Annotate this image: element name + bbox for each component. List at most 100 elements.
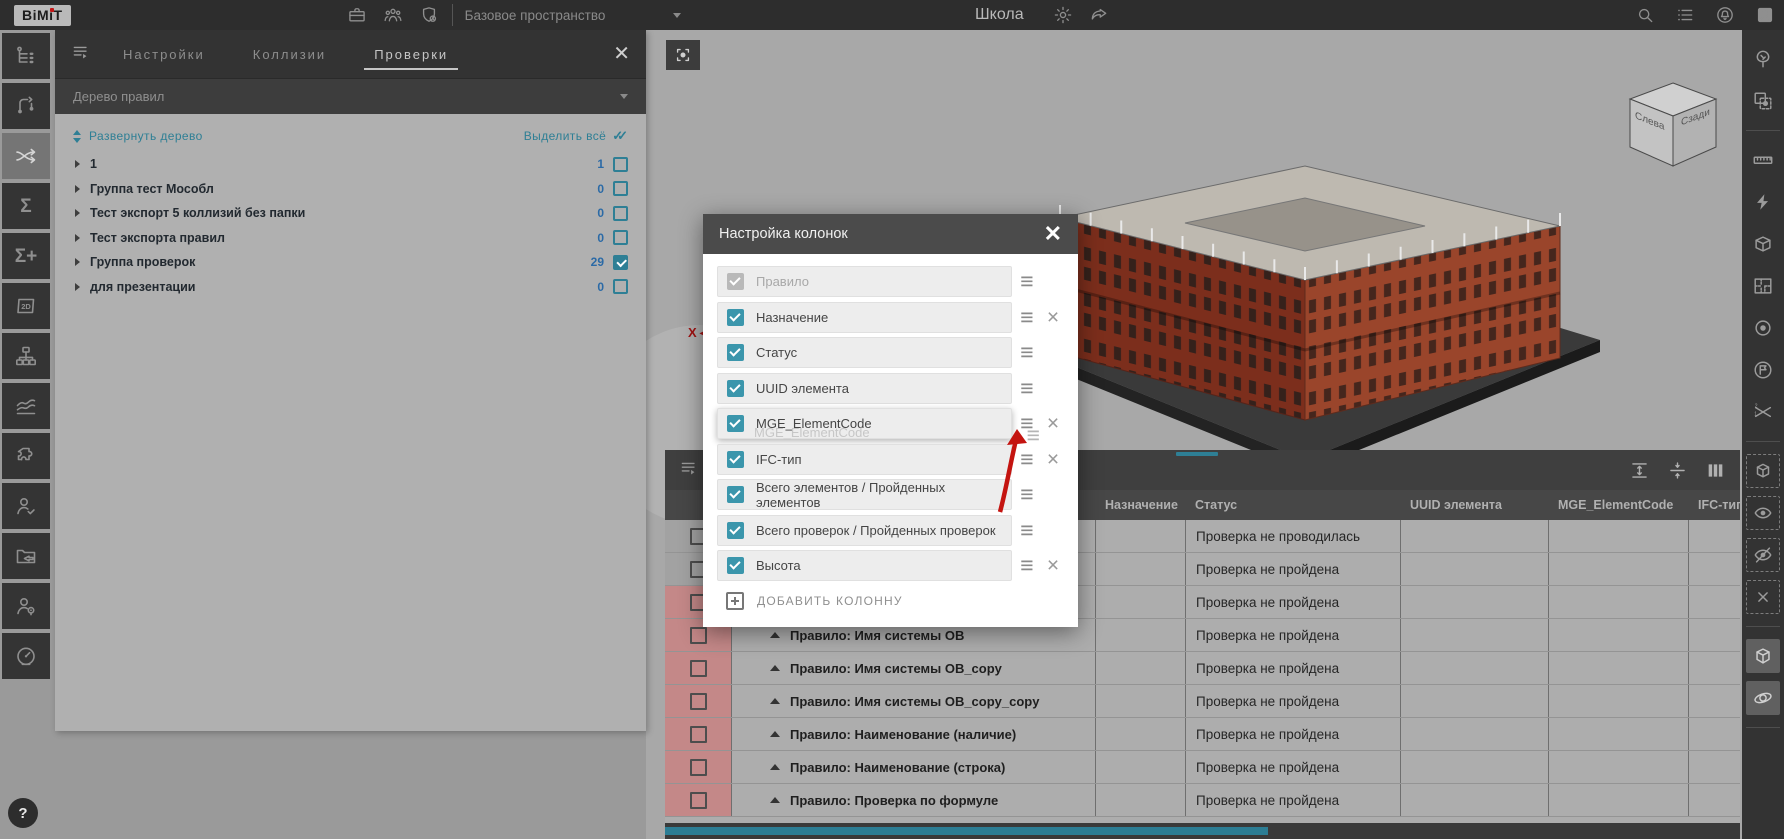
column-checkbox[interactable] [727,344,744,361]
lightning-tool-button[interactable] [1746,185,1780,219]
gear-button[interactable] [1052,4,1074,26]
drag-handle-icon[interactable]: ≡ [1012,377,1042,400]
drag-handle-icon[interactable]: ≡ [1012,448,1042,471]
tree-item[interactable]: Группа тест Мособл0 [55,177,646,202]
column-checkbox[interactable] [727,451,744,468]
sheet-2d-tool-button[interactable]: 2D [2,283,50,329]
expand-collapse-icon[interactable] [73,130,81,143]
user-avatar-button[interactable] [1754,4,1776,26]
expand-arrow-icon[interactable] [75,185,80,193]
drag-handle-icon[interactable]: ≡ [1012,306,1042,329]
eye-off-tool-button[interactable] [1746,538,1780,572]
expand-arrow-icon[interactable] [75,209,80,217]
cube-solid-tool-button[interactable] [1746,639,1780,673]
help-button[interactable]: ? [8,798,38,828]
horizontal-scrollbar-track[interactable] [665,823,1740,839]
tree-checkbox[interactable] [613,206,628,221]
tree-item[interactable]: для презентации0 [55,275,646,300]
orbit-tool-button[interactable] [1746,681,1780,715]
shuffle-tool-button[interactable] [2,133,50,179]
row-checkbox[interactable] [690,759,707,776]
drag-handle-icon[interactable]: ≡ [1012,270,1042,293]
cube-tool-button[interactable] [1746,454,1780,488]
org-chart-tool-button[interactable] [2,333,50,379]
shield-protect-button[interactable] [418,4,440,26]
tree-checkbox[interactable] [613,230,628,245]
briefcase-button[interactable] [346,4,368,26]
workspace-select[interactable]: Базовое пространство [465,8,695,23]
collapse-icon[interactable] [770,731,780,737]
expand-arrow-icon[interactable] [75,258,80,266]
navigation-cube[interactable]: Слева Сзади [1628,82,1718,168]
column-checkbox[interactable] [727,273,744,290]
eye-tool-button[interactable] [1746,496,1780,530]
trend-lines-tool-button[interactable] [2,383,50,429]
ruler-tool-button[interactable] [1746,143,1780,177]
row-checkbox[interactable] [690,627,707,644]
tab-2[interactable]: Коллизии [251,33,328,76]
table-row[interactable]: Правило: Имя системы ОВ_copyПроверка не … [665,652,1740,685]
rule-tree-select[interactable]: Дерево правил [55,78,646,114]
drag-handle-icon[interactable]: ≡ [1012,554,1042,577]
gauge-tool-button[interactable] [2,633,50,679]
column-checkbox[interactable] [727,522,744,539]
tab-1[interactable]: Настройки [121,33,207,76]
collapse-icon[interactable] [770,632,780,638]
row-checkbox[interactable] [690,792,707,809]
list-menu-button[interactable] [1674,4,1696,26]
row-checkbox[interactable] [690,660,707,677]
expand-arrow-icon[interactable] [75,283,80,291]
nature-tree-tool-button[interactable] [1746,42,1780,76]
floor-plan-tool-button[interactable] [1746,269,1780,303]
tree-checkbox[interactable] [613,181,628,196]
share-button[interactable] [1088,4,1110,26]
column-header[interactable]: Назначение [1095,498,1185,512]
tree-item[interactable]: Тест экспорт 5 коллизий без папки0 [55,201,646,226]
tree-item[interactable]: Тест экспорта правил0 [55,226,646,251]
drag-handle-icon[interactable]: ≡ [1012,412,1042,435]
table-row[interactable]: Правило: Наименование (наличие)Проверка … [665,718,1740,751]
collapse-icon[interactable] [770,665,780,671]
tree-checkbox[interactable] [613,255,628,270]
user-check-tool-button[interactable] [2,483,50,529]
column-header[interactable]: Статус [1185,498,1400,512]
drag-handle-icon[interactable]: ≡ [1012,519,1042,542]
branch-route-tool-button[interactable] [2,83,50,129]
select-all-link[interactable]: Выделить всё ✓✓ [524,128,628,144]
column-checkbox[interactable] [727,557,744,574]
user-location-tool-button[interactable] [2,583,50,629]
column-checkbox[interactable] [727,486,744,503]
sigma-plus-tool-button[interactable]: Σ+ [2,233,50,279]
section-box-tool-button[interactable] [1746,227,1780,261]
remove-column-button[interactable]: × [1042,555,1064,576]
modal-close-button[interactable]: ✕ [1044,223,1062,245]
column-checkbox[interactable] [727,380,744,397]
collapse-icon[interactable] [770,698,780,704]
structure-tree-tool-button[interactable] [2,33,50,79]
focus-target-tool-button[interactable] [1746,311,1780,345]
remove-column-button[interactable]: × [1042,307,1064,328]
columns-bars-button[interactable] [1704,459,1726,481]
panel-close-button[interactable]: ✕ [613,44,630,64]
drag-handle-icon[interactable]: ≡ [1012,341,1042,364]
search-button[interactable] [1634,4,1656,26]
column-checkbox[interactable] [727,415,744,432]
column-header[interactable]: UUID элемента [1400,498,1548,512]
column-header[interactable]: IFC-тип [1688,498,1740,512]
panel-menu-button[interactable] [71,42,95,66]
drag-handle-icon[interactable]: ≡ [1012,483,1042,506]
expand-tree-link[interactable]: Развернуть дерево [89,129,203,143]
select-shapes-tool-button[interactable] [1746,84,1780,118]
puzzle-tool-button[interactable] [2,433,50,479]
clear-x-tool-button[interactable] [1746,580,1780,614]
horizontal-scrollbar-thumb[interactable] [665,827,1268,835]
column-checkbox[interactable] [727,309,744,326]
table-row[interactable]: Правило: Наименование (строка)Проверка н… [665,751,1740,784]
tree-checkbox[interactable] [613,157,628,172]
collapse-icon[interactable] [770,797,780,803]
notifications-button[interactable] [1714,4,1736,26]
row-checkbox[interactable] [690,726,707,743]
tab-3[interactable]: Проверки [372,33,450,76]
table-row[interactable]: Правило: Имя системы ОВ_copy_copyПроверк… [665,685,1740,718]
remove-column-button[interactable]: × [1042,449,1064,470]
